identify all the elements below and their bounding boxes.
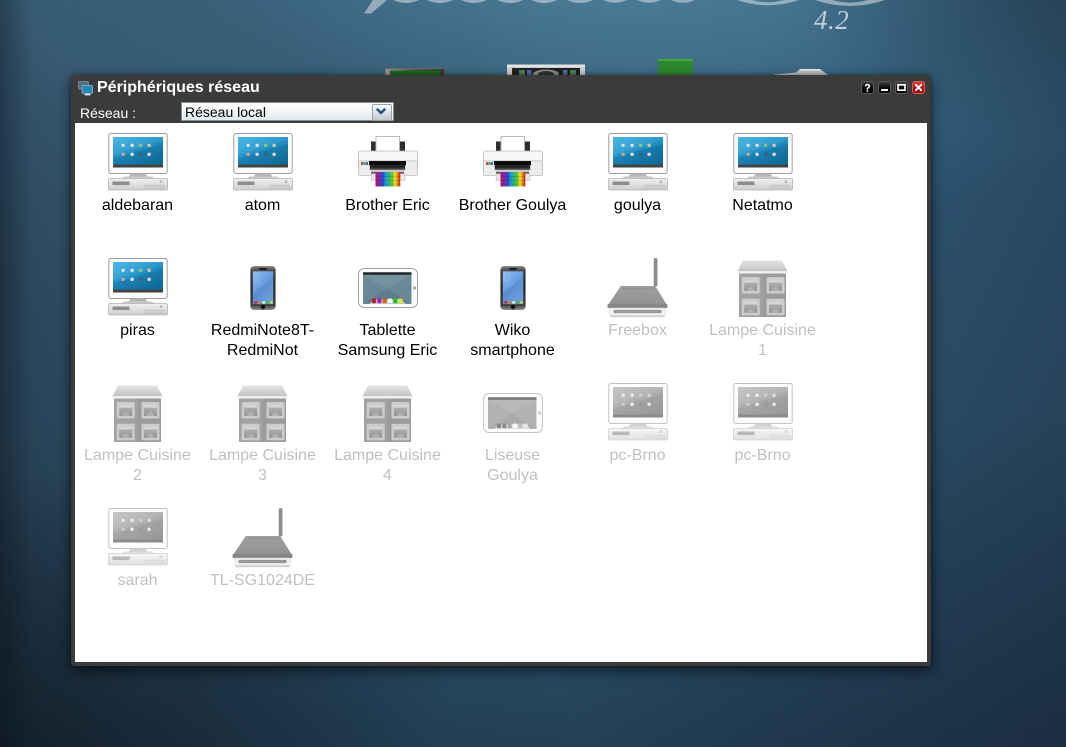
svg-text:4.2: 4.2 bbox=[814, 5, 849, 35]
